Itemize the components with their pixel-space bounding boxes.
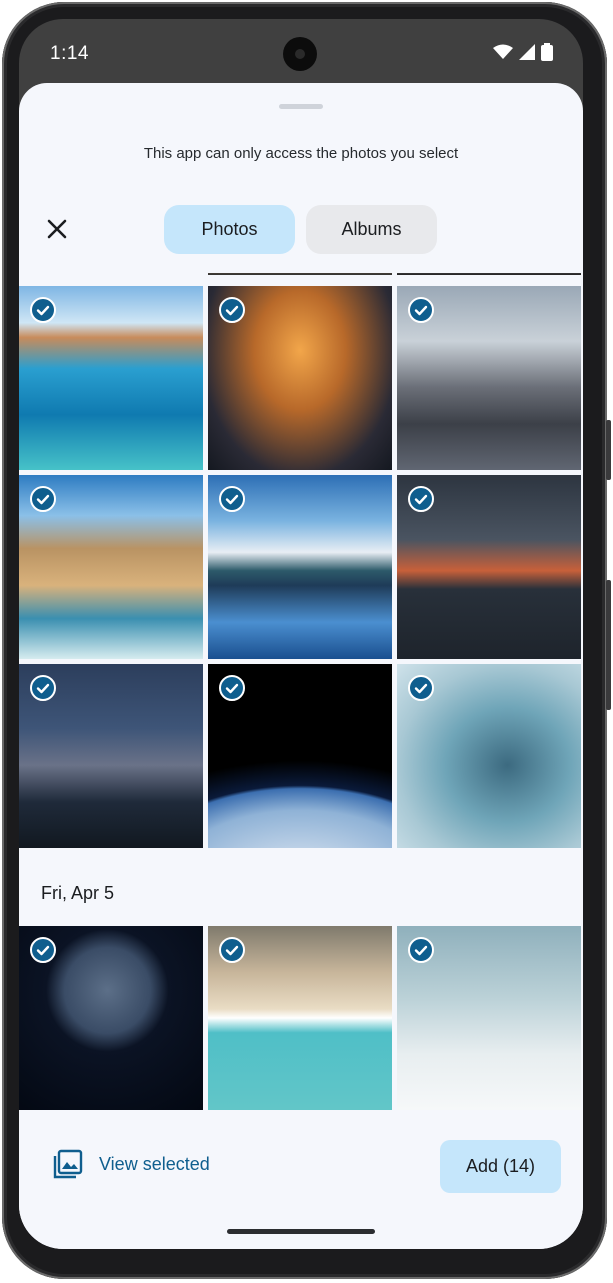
photo-thumbnail[interactable]: [208, 475, 392, 659]
photo-thumbnail[interactable]: [397, 286, 581, 470]
battery-icon: [541, 43, 553, 61]
tab-albums[interactable]: Albums: [306, 205, 437, 254]
photo-thumbnail[interactable]: [19, 286, 203, 470]
photo-grid[interactable]: Fri, Apr 5: [19, 273, 583, 1133]
bottom-action-bar: View selected Add (14): [19, 1113, 583, 1249]
selected-check-icon: [408, 675, 434, 701]
photo-thumbnail[interactable]: [19, 475, 203, 659]
status-icons: [493, 43, 553, 61]
wifi-icon: [493, 44, 513, 59]
close-button[interactable]: [43, 215, 71, 243]
selected-check-icon: [219, 675, 245, 701]
selected-check-icon: [30, 937, 56, 963]
selected-check-icon: [30, 297, 56, 323]
status-time: 1:14: [50, 43, 89, 64]
photo-thumbnail[interactable]: [397, 273, 581, 275]
photo-thumbnail[interactable]: [208, 664, 392, 848]
add-button[interactable]: Add (14): [440, 1140, 561, 1193]
access-notice: This app can only access the photos you …: [143, 145, 459, 162]
selected-check-icon: [30, 675, 56, 701]
volume-button: [606, 420, 611, 480]
drag-handle[interactable]: [279, 104, 323, 109]
front-camera: [283, 37, 317, 71]
photo-thumbnail[interactable]: [397, 926, 581, 1110]
close-icon: [47, 219, 67, 239]
photo-thumbnail[interactable]: [397, 475, 581, 659]
selected-check-icon: [219, 937, 245, 963]
selected-check-icon: [408, 297, 434, 323]
selected-check-icon: [219, 297, 245, 323]
selected-check-icon: [408, 486, 434, 512]
photo-thumbnail[interactable]: [19, 664, 203, 848]
signal-icon: [519, 44, 535, 60]
power-button: [606, 580, 611, 710]
photo-thumbnail[interactable]: [208, 286, 392, 470]
screen: 1:14 This app can only access the photos…: [19, 19, 583, 1249]
selected-check-icon: [408, 937, 434, 963]
photo-thumbnail[interactable]: [208, 926, 392, 1110]
selected-check-icon: [30, 486, 56, 512]
view-selected-button[interactable]: View selected: [53, 1149, 210, 1179]
photo-thumbnail[interactable]: [397, 664, 581, 848]
view-selected-label: View selected: [99, 1153, 210, 1174]
photo-library-icon: [53, 1149, 83, 1179]
photo-picker-sheet: This app can only access the photos you …: [19, 83, 583, 1249]
home-indicator[interactable]: [227, 1229, 375, 1234]
date-section-header: Fri, Apr 5: [41, 883, 115, 903]
photo-thumbnail[interactable]: [19, 926, 203, 1110]
tab-photos[interactable]: Photos: [164, 205, 295, 254]
photo-thumbnail[interactable]: [208, 273, 392, 275]
status-bar: 1:14: [19, 19, 583, 83]
selected-check-icon: [219, 486, 245, 512]
